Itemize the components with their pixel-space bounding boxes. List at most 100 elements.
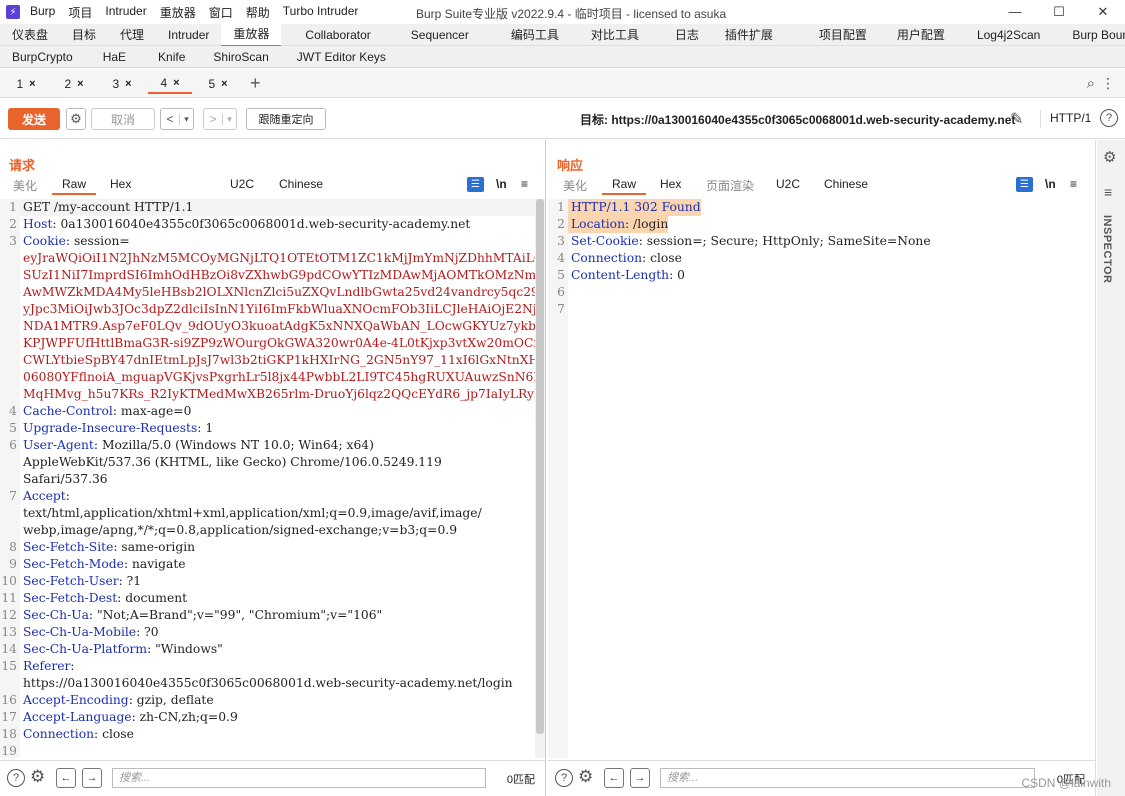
header-name: Connection	[571, 251, 643, 265]
repeater-tab-4[interactable]: 4 ×	[148, 74, 192, 94]
pretty-print-icon[interactable]: ☰	[1016, 177, 1033, 192]
line-number: 9	[0, 556, 20, 573]
cookie-value: yJpc3MiOiJwb3JOc3dpZ2dlciIsInN1YiI6ImFkb…	[23, 302, 535, 316]
tab-repeater[interactable]: 重放器	[221, 22, 282, 47]
tab-chinese[interactable]: Chinese	[824, 177, 868, 191]
newline-toggle-icon[interactable]: \n	[1045, 177, 1056, 191]
tab-knife[interactable]: Knife	[144, 46, 199, 68]
help-icon[interactable]: ?	[555, 769, 573, 787]
tab-burpcrypto[interactable]: BurpCrypto	[0, 46, 85, 68]
maximize-icon[interactable]: ☐	[1037, 0, 1081, 24]
tab-shiroscan[interactable]: ShiroScan	[199, 46, 282, 68]
chevron-down-icon[interactable]: ▾	[179, 113, 193, 125]
tab-intruder[interactable]: Intruder	[156, 24, 221, 46]
tab-hex[interactable]: Hex	[110, 177, 131, 191]
tab-raw[interactable]: Raw	[602, 177, 647, 195]
http-version-selector[interactable]: HTTP/1	[1040, 110, 1091, 128]
line-number: 3	[0, 233, 20, 250]
history-back-button[interactable]: < ▾	[160, 108, 194, 130]
tab-sequencer[interactable]: Sequencer	[395, 24, 497, 46]
header-name: Accept-Language	[23, 710, 132, 724]
menu-intruder[interactable]: Intruder	[105, 4, 146, 21]
tab-raw[interactable]: Raw	[52, 177, 97, 195]
tab-pretty[interactable]: 美化	[563, 177, 587, 194]
tab-target[interactable]: 目标	[60, 24, 108, 46]
tab-decoder[interactable]: 编码工具	[497, 24, 573, 46]
request-scrollbar[interactable]	[535, 199, 545, 758]
close-tab-icon[interactable]: ×	[221, 78, 227, 90]
repeater-tab-2[interactable]: 2 ×	[52, 74, 96, 94]
line-number: 10	[0, 573, 20, 590]
newline-toggle-icon[interactable]: \n	[496, 177, 507, 191]
response-editor[interactable]: 1 HTTP/1.1 302 Found 2 Location: /login 3 Set…	[548, 199, 1095, 758]
tab-hae[interactable]: HaE	[85, 46, 144, 68]
tab-render[interactable]: 页面渲染	[706, 177, 754, 194]
settings-gear-icon[interactable]: ⚙	[66, 108, 86, 130]
help-icon[interactable]: ?	[1100, 109, 1118, 127]
tab-user-options[interactable]: 用户配置	[887, 24, 965, 46]
pretty-print-icon[interactable]: ☰	[467, 177, 484, 192]
edit-target-pencil-icon[interactable]: ✎	[1010, 109, 1023, 129]
tab-hex[interactable]: Hex	[660, 177, 681, 191]
tab-burp-bounty-pro[interactable]: Burp Bounty Pro	[1064, 24, 1125, 46]
tab-comparer[interactable]: 对比工具	[573, 24, 657, 46]
repeater-tab-1[interactable]: 1 ×	[4, 74, 48, 94]
tab-log4j2scan[interactable]: Log4j2Scan	[965, 24, 1064, 46]
tab-pretty[interactable]: 美化	[13, 177, 37, 194]
more-options-icon[interactable]: ⋮	[1101, 75, 1115, 92]
line-content: eyJraWQiOiI1N2JhNzM5MCOyMGNjLTQ1OTEtOTM1…	[20, 250, 535, 267]
arrow-left-icon[interactable]: ←	[604, 768, 624, 788]
repeater-tab-5[interactable]: 5 ×	[196, 74, 240, 94]
list-icon[interactable]: ≡	[1104, 184, 1112, 200]
tab-logger[interactable]: 日志	[657, 24, 717, 46]
gear-icon[interactable]: ⚙	[30, 767, 45, 787]
menu-icon[interactable]: ≡	[521, 177, 528, 191]
chevron-down-icon[interactable]: ▾	[222, 113, 236, 125]
close-tab-icon[interactable]: ×	[77, 78, 83, 90]
close-tab-icon[interactable]: ×	[173, 77, 179, 89]
tab-extensions[interactable]: 插件扩展	[717, 24, 799, 46]
menu-repeater[interactable]: 重放器	[160, 4, 196, 21]
minimize-icon[interactable]: —	[993, 0, 1037, 24]
history-forward-button[interactable]: > ▾	[203, 108, 237, 130]
close-tab-icon[interactable]: ×	[29, 78, 35, 90]
request-editor[interactable]: 1 GET /my-account HTTP/1.1 2 Host: 0a130016…	[0, 199, 535, 758]
tab-u2c[interactable]: U2C	[776, 177, 800, 191]
line-number: 3	[548, 233, 568, 250]
inspector-label[interactable]: INSPECTOR	[1101, 215, 1113, 283]
line-number: 19	[0, 743, 20, 758]
tab-project-options[interactable]: 项目配置	[799, 24, 887, 46]
search-input[interactable]: 搜索...	[660, 768, 1035, 788]
menu-project[interactable]: 项目	[68, 4, 92, 21]
arrow-right-icon[interactable]: →	[82, 768, 102, 788]
editor-line: 13 Sec-Ch-Ua-Mobile: ?0	[0, 624, 535, 641]
line-number: 15	[0, 658, 20, 675]
tab-dashboard[interactable]: 仪表盘	[0, 24, 60, 46]
gear-icon[interactable]: ⚙	[578, 767, 593, 787]
search-icon[interactable]: ⌕	[1087, 75, 1095, 92]
repeater-tab-3[interactable]: 3 ×	[100, 74, 144, 94]
gear-icon[interactable]: ⚙	[1103, 148, 1116, 166]
help-icon[interactable]: ?	[7, 769, 25, 787]
line-number	[0, 675, 20, 692]
tab-u2c[interactable]: U2C	[230, 177, 254, 191]
menu-help[interactable]: 帮助	[246, 4, 270, 21]
menu-window[interactable]: 窗口	[209, 4, 233, 21]
close-icon[interactable]: ✕	[1081, 0, 1125, 24]
tab-jwt-editor-keys[interactable]: JWT Editor Keys	[283, 46, 400, 68]
send-button[interactable]: 发送	[8, 108, 60, 130]
follow-redirect-button[interactable]: 跟随重定向	[246, 108, 326, 130]
scroll-thumb[interactable]	[536, 199, 544, 734]
arrow-left-icon[interactable]: ←	[56, 768, 76, 788]
cancel-button[interactable]: 取消	[91, 108, 155, 130]
tab-proxy[interactable]: 代理	[108, 24, 156, 46]
close-tab-icon[interactable]: ×	[125, 78, 131, 90]
tab-chinese[interactable]: Chinese	[279, 177, 323, 191]
menu-icon[interactable]: ≡	[1070, 177, 1077, 191]
search-input[interactable]: 搜索...	[112, 768, 486, 788]
tab-collaborator[interactable]: Collaborator	[281, 24, 394, 46]
menu-turbo-intruder[interactable]: Turbo Intruder	[283, 4, 359, 21]
arrow-right-icon[interactable]: →	[630, 768, 650, 788]
add-tab-icon[interactable]: +	[250, 73, 261, 94]
menu-burp[interactable]: Burp	[30, 4, 55, 21]
